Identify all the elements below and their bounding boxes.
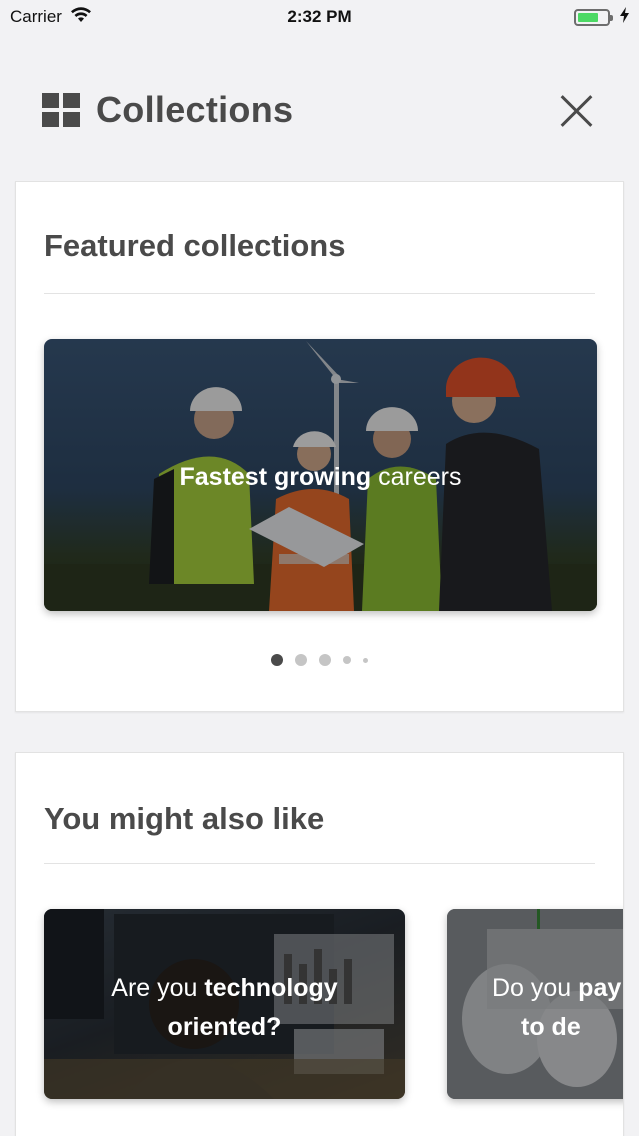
tile-label-bold-line2: oriented? (167, 1013, 282, 1041)
carousel-pagination (16, 654, 623, 666)
tile-label-bold: technology (204, 974, 338, 1002)
banner-label: Fastest growing careers (44, 463, 597, 492)
status-left: Carrier (10, 6, 92, 28)
pagination-dot[interactable] (295, 654, 307, 666)
featured-collections-title: Featured collections (44, 228, 346, 263)
tile-label-regular: Do you (492, 974, 579, 1002)
battery-icon (574, 8, 613, 26)
header-left: Collections (42, 89, 293, 131)
grid-icon (42, 93, 80, 127)
status-bar: Carrier 2:32 PM (0, 0, 639, 34)
collection-tile-second[interactable]: Do you pay to de (447, 909, 623, 1099)
banner-label-bold: Fastest growing (179, 463, 372, 491)
banner-label-regular: careers (371, 463, 462, 491)
also-like-title: You might also like (44, 801, 325, 836)
tile-label-regular: Are you (111, 974, 205, 1002)
status-time: 2:32 PM (287, 7, 352, 26)
pagination-dot[interactable] (319, 654, 331, 666)
pagination-dot[interactable] (363, 657, 368, 663)
battery-level (578, 12, 599, 22)
featured-collections-card: Featured collections Fastest growing car… (15, 181, 624, 712)
also-like-divider (44, 863, 595, 864)
tile-label-bold: pay (578, 974, 622, 1002)
featured-banner-fastest-growing-careers[interactable]: Fastest growing careers (44, 339, 597, 611)
you-might-also-like-card: You might also like Are you technology o… (15, 752, 624, 1136)
featured-divider (44, 293, 595, 294)
wifi-icon (70, 6, 92, 28)
collection-tile-technology-oriented[interactable]: Are you technology oriented? (44, 909, 405, 1099)
tile-label: Do you pay to de (447, 969, 623, 1047)
page-header: Collections (42, 78, 597, 142)
close-icon[interactable] (557, 90, 597, 130)
page-title: Collections (96, 89, 294, 130)
status-right (574, 6, 629, 28)
carrier-label: Carrier (10, 7, 62, 26)
charging-icon (620, 6, 629, 28)
tile-label-bold-line2: to de (521, 1013, 581, 1041)
pagination-dot[interactable] (343, 656, 351, 664)
pagination-dot[interactable] (271, 654, 283, 666)
tile-label: Are you technology oriented? (44, 969, 405, 1047)
